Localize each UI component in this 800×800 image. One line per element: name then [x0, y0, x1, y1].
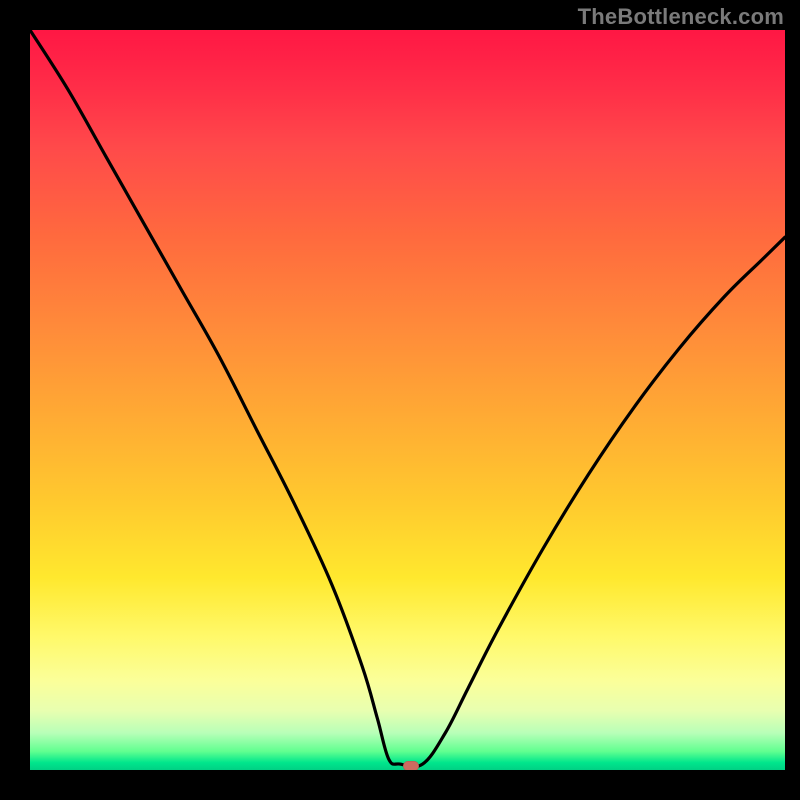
- bottleneck-curve: [30, 30, 785, 767]
- chart-frame: TheBottleneck.com: [0, 0, 800, 800]
- optimal-point-marker: [403, 761, 419, 770]
- plot-area: [30, 30, 785, 770]
- curve-svg: [30, 30, 785, 770]
- watermark-text: TheBottleneck.com: [578, 4, 784, 30]
